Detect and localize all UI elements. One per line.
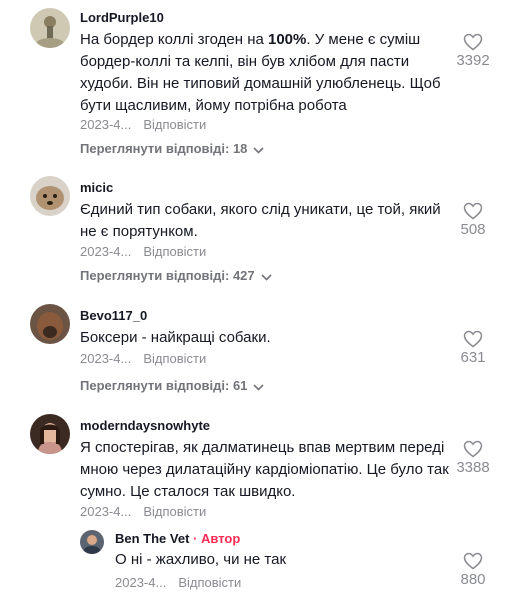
view-replies-button[interactable]: Переглянути відповіді: 61 (80, 378, 264, 394)
separator: · (193, 531, 198, 546)
reply-button[interactable]: Відповісти (143, 117, 206, 132)
like-count: 880 (460, 571, 486, 588)
comment-username[interactable]: LordPurple10 (80, 10, 164, 25)
view-replies-label: Переглянути відповіді: 61 (80, 378, 248, 393)
like-button[interactable]: 3388 (448, 440, 498, 476)
reply-username[interactable]: Ben The Vet (115, 531, 189, 546)
comment-meta: 2023-4... Відповісти (80, 504, 206, 519)
chevron-down-icon (253, 379, 264, 394)
reply-button[interactable]: Відповісти (178, 575, 241, 590)
view-replies-label: Переглянути відповіді: 18 (80, 141, 248, 156)
reply-button[interactable]: Відповісти (143, 351, 206, 366)
view-replies-button[interactable]: Переглянути відповіді: 18 (80, 141, 264, 157)
view-replies-button[interactable]: Переглянути відповіді: 427 (80, 268, 272, 284)
comment-text-bold: 100% (268, 31, 307, 48)
reply-button[interactable]: Відповісти (143, 504, 206, 519)
comment-text: На бордер коллі згоден на 100%. У мене є… (80, 29, 450, 117)
avatar[interactable] (80, 530, 104, 554)
like-count: 3388 (456, 459, 490, 476)
reply-button[interactable]: Відповісти (143, 244, 206, 259)
view-replies-label: Переглянути відповіді: 427 (80, 268, 255, 283)
heart-outline-icon (448, 440, 498, 458)
avatar[interactable] (30, 8, 70, 48)
like-count: 631 (460, 349, 486, 366)
like-button[interactable]: 631 (448, 330, 498, 366)
comment-meta: 2023-4... Відповісти (80, 351, 206, 366)
heart-outline-icon (448, 330, 498, 348)
like-button[interactable]: 508 (448, 202, 498, 238)
comment-text: Єдиний тип собаки, якого слід уникати, ц… (80, 201, 441, 240)
author-badge: Автор (201, 531, 241, 546)
avatar[interactable] (30, 414, 70, 454)
avatar[interactable] (30, 176, 70, 216)
heart-outline-icon (448, 202, 498, 220)
comment-username[interactable]: moderndaysnowhyte (80, 418, 210, 433)
comment-meta: 2023-4... Відповісти (80, 117, 206, 132)
chevron-down-icon (261, 269, 272, 284)
reply-meta: 2023-4... Відповісти (115, 575, 241, 590)
like-count: 3392 (456, 52, 490, 69)
heart-outline-icon (448, 33, 498, 51)
comment-meta: 2023-4... Відповісти (80, 244, 206, 259)
comment-username[interactable]: micic (80, 180, 113, 195)
like-count: 508 (460, 221, 486, 238)
comment-date: 2023-4... (80, 117, 132, 132)
heart-outline-icon (448, 552, 498, 570)
reply-date: 2023-4... (115, 575, 167, 590)
comment-username[interactable]: Bevo117_0 (80, 308, 147, 323)
like-button[interactable]: 880 (448, 552, 498, 588)
comment-text: Боксери - найкращі собаки. (80, 329, 271, 346)
avatar[interactable] (30, 304, 70, 344)
like-button[interactable]: 3392 (448, 33, 498, 69)
reply-text: О ні - жахливо, чи не так (115, 551, 287, 568)
comment-date: 2023-4... (80, 244, 132, 259)
reply-username-row: Ben The Vet · Автор (115, 531, 240, 546)
comment-text-part: На бордер коллі згоден на (80, 31, 268, 48)
comment-text: Я спостерігав, як далматинець впав мертв… (80, 439, 449, 500)
comment-date: 2023-4... (80, 504, 132, 519)
chevron-down-icon (253, 142, 264, 157)
comment-date: 2023-4... (80, 351, 132, 366)
